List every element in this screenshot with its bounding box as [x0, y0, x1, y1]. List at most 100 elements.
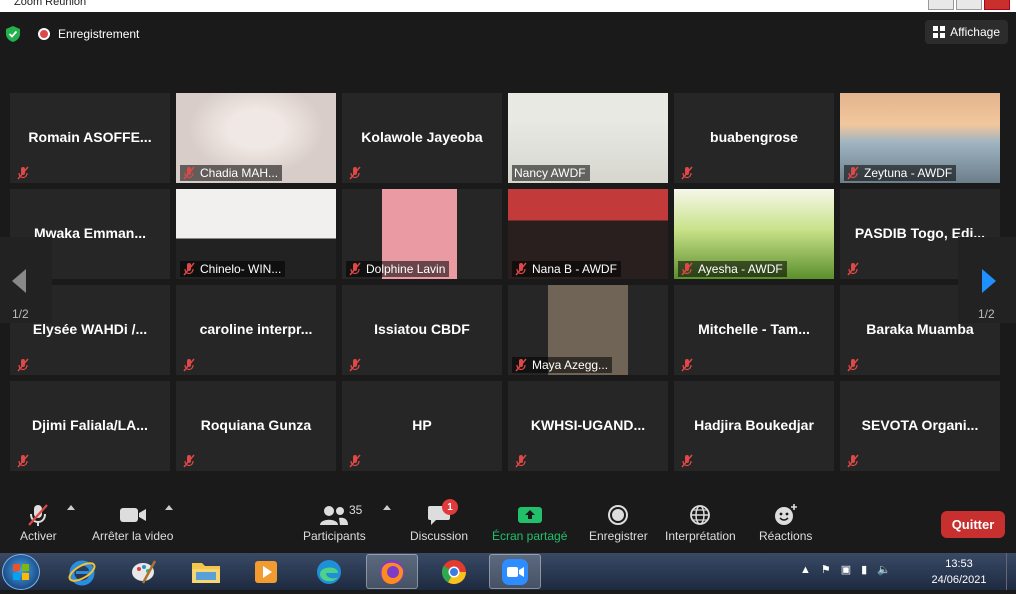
microphone-muted-icon	[348, 454, 362, 468]
participant-name: Kolawole Jayeoba	[361, 129, 483, 145]
microphone-muted-icon	[182, 358, 196, 372]
view-button[interactable]: Affichage	[925, 20, 1008, 44]
recording-dot-icon	[38, 28, 50, 40]
minimize-button[interactable]	[928, 0, 954, 10]
stop-video-button[interactable]: Arrêter la video	[92, 501, 173, 543]
tray-expand-icon[interactable]: ▲	[800, 564, 811, 576]
participant-gallery: Romain ASOFFE... Chadia MAH... Kolawole Ja…	[10, 93, 1000, 471]
participant-label: Chinelo- WIN...	[180, 261, 286, 277]
participant-tile[interactable]: Mitchelle - Tam...	[674, 285, 834, 375]
share-screen-button[interactable]: Écran partagé	[492, 501, 567, 543]
recording-indicator[interactable]: Enregistrement	[38, 27, 139, 41]
participant-status	[844, 261, 864, 277]
taskbar-chrome[interactable]	[428, 554, 480, 589]
participant-tile[interactable]: Roquiana Gunza	[176, 381, 336, 471]
participant-count: 35	[349, 503, 363, 517]
participant-tile[interactable]: caroline interpr...	[176, 285, 336, 375]
interpretation-button[interactable]: Interprétation	[665, 501, 736, 543]
participant-name: Roquiana Gunza	[200, 417, 312, 433]
taskbar-internet-explorer[interactable]	[56, 554, 108, 589]
mute-label: Activer	[20, 529, 57, 543]
taskbar-media-player[interactable]	[240, 554, 292, 589]
chat-unread-badge: 1	[442, 499, 458, 515]
participant-tile[interactable]: SEVOTA Organi...	[840, 381, 1000, 471]
taskbar-edge[interactable]	[303, 554, 355, 589]
taskbar-zoom[interactable]	[489, 554, 541, 589]
participants-label: Participants	[303, 529, 366, 543]
device-icon[interactable]: ▣	[841, 563, 851, 576]
participant-label: Zeytuna - AWDF	[844, 165, 957, 181]
mute-options-caret[interactable]	[67, 505, 75, 510]
window-controls	[928, 0, 1010, 10]
mute-button[interactable]: Activer	[20, 501, 57, 543]
participant-tile[interactable]: Chadia MAH...	[176, 93, 336, 183]
volume-icon[interactable]: 🔈	[877, 563, 891, 576]
maximize-button[interactable]	[956, 0, 982, 10]
meeting-topbar: Enregistrement Affichage	[0, 12, 1016, 58]
participant-name: Romain ASOFFE...	[28, 129, 152, 145]
microphone-muted-icon	[514, 262, 528, 276]
leave-meeting-button[interactable]: Quitter	[941, 511, 1005, 538]
participant-tile[interactable]: Nana B - AWDF	[508, 189, 668, 279]
participant-tile[interactable]: Zeytuna - AWDF	[840, 93, 1000, 183]
security-shield-icon[interactable]	[6, 26, 20, 42]
flag-icon[interactable]: ⚑	[821, 563, 831, 576]
participant-tile[interactable]: HP	[342, 381, 502, 471]
participant-status	[14, 165, 34, 181]
participant-label: Nancy AWDF	[512, 165, 590, 181]
participant-name: Chadia MAH...	[200, 166, 279, 180]
taskbar-clock[interactable]: 13:53 24/06/2021	[928, 556, 990, 588]
participant-tile[interactable]: Chinelo- WIN...	[176, 189, 336, 279]
taskbar-paint[interactable]	[118, 554, 170, 589]
participant-name: SEVOTA Organi...	[861, 417, 979, 433]
participant-status	[512, 453, 532, 469]
participant-tile[interactable]: Romain ASOFFE...	[10, 93, 170, 183]
folder-icon	[192, 562, 220, 583]
participant-status	[346, 165, 366, 181]
taskbar-file-explorer[interactable]	[180, 554, 232, 589]
microphone-muted-icon	[680, 454, 694, 468]
video-options-caret[interactable]	[165, 505, 173, 510]
participant-tile[interactable]: Nancy AWDF	[508, 93, 668, 183]
participant-name: Nancy AWDF	[514, 166, 586, 180]
participant-tile[interactable]: Dolphine Lavin	[342, 189, 502, 279]
close-button[interactable]	[984, 0, 1010, 10]
participant-label: Ayesha - AWDF	[678, 261, 787, 277]
microphone-muted-icon	[182, 166, 196, 180]
participant-tile[interactable]: Djimi Faliala/LA...	[10, 381, 170, 471]
participant-name: Chinelo- WIN...	[200, 262, 282, 276]
participant-tile[interactable]: KWHSI-UGAND...	[508, 381, 668, 471]
microphone-muted-icon	[514, 454, 528, 468]
chevron-right-icon	[982, 269, 996, 293]
microphone-muted-icon	[182, 262, 196, 276]
window-title: Zoom Réunion	[14, 0, 87, 8]
microphone-muted-icon	[16, 358, 30, 372]
taskbar-firefox[interactable]	[366, 554, 418, 589]
participant-tile[interactable]: Ayesha - AWDF	[674, 189, 834, 279]
network-signal-icon[interactable]: ▮	[861, 563, 867, 576]
participants-options-caret[interactable]	[383, 505, 391, 510]
firefox-icon	[380, 559, 404, 584]
participant-tile[interactable]: Maya Azegg...	[508, 285, 668, 375]
participant-tile[interactable]: buabengrose	[674, 93, 834, 183]
participant-name: Issiatou CBDF	[374, 321, 470, 337]
participant-tile[interactable]: Hadjira Boukedjar	[674, 381, 834, 471]
participant-tile[interactable]: Issiatou CBDF	[342, 285, 502, 375]
media-player-icon	[255, 560, 277, 583]
clock-date: 24/06/2021	[931, 574, 987, 586]
edge-icon	[317, 559, 341, 584]
participant-tile[interactable]: Kolawole Jayeoba	[342, 93, 502, 183]
participant-name: Maya Azegg...	[532, 358, 609, 372]
participant-status	[14, 453, 34, 469]
record-button[interactable]: Enregistrer	[589, 501, 648, 543]
show-desktop-button[interactable]	[1006, 553, 1016, 590]
participant-name: Hadjira Boukedjar	[694, 417, 814, 433]
next-page-button[interactable]: 1/2	[958, 237, 1016, 323]
participant-name: Mitchelle - Tam...	[698, 321, 810, 337]
start-button[interactable]	[2, 554, 40, 590]
participant-status	[14, 357, 34, 373]
previous-page-button[interactable]: 1/2	[0, 237, 52, 323]
participant-name: HP	[412, 417, 432, 433]
chat-button[interactable]: Discussion	[410, 501, 468, 543]
reactions-button[interactable]: Réactions	[759, 501, 812, 543]
